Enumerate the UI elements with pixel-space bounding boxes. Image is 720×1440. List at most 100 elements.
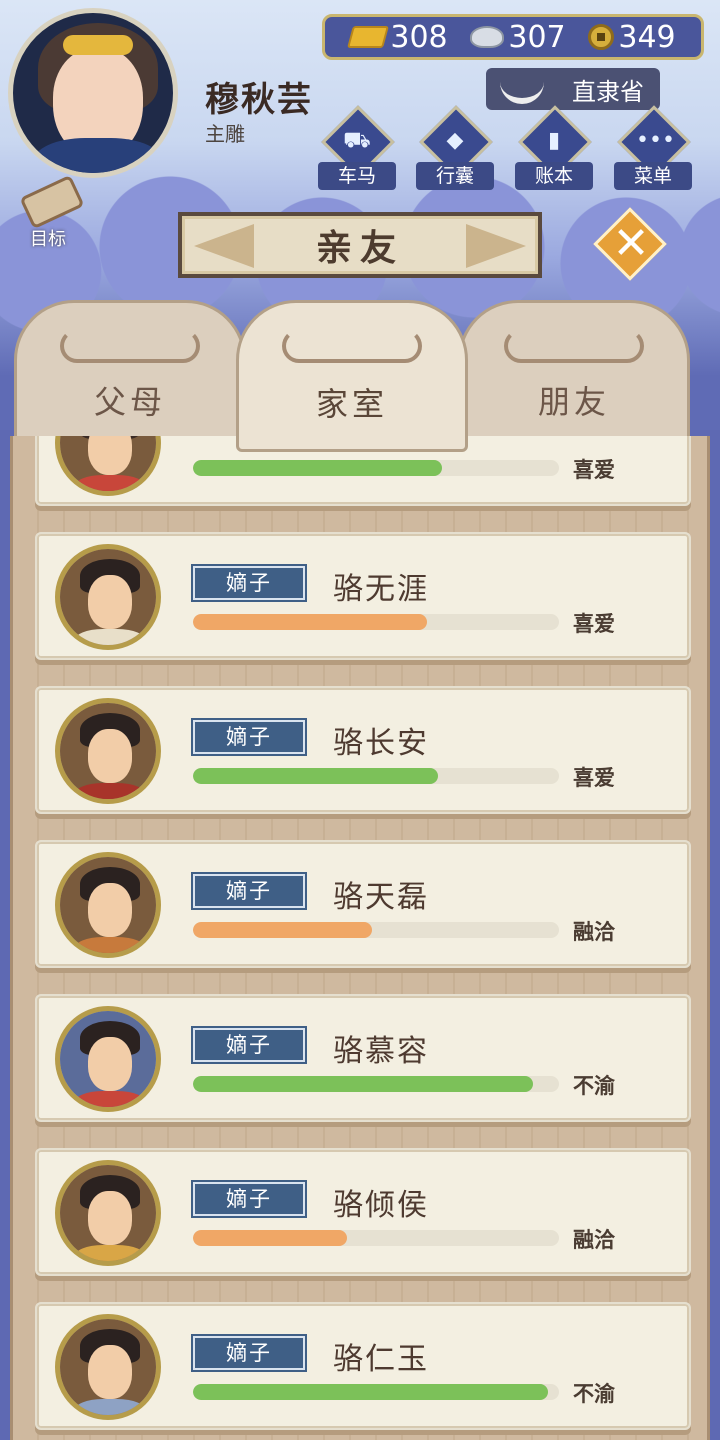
- gold-amount: 308: [390, 19, 448, 55]
- affection-fill: [193, 1076, 534, 1092]
- list-item[interactable]: 嫡子 骆天磊 融洽: [35, 840, 691, 968]
- avatar-face: [88, 1345, 132, 1399]
- menu-label: 账本: [515, 162, 593, 190]
- page-title: 亲友: [315, 228, 404, 269]
- currency-bar: 308 307 349: [322, 14, 704, 60]
- avatar-face: [88, 1191, 132, 1245]
- menu-label: 行囊: [416, 162, 494, 190]
- avatar-robe: [33, 138, 163, 173]
- avatar-body: [74, 475, 146, 491]
- silver-ingot-icon: [470, 26, 505, 48]
- menu-more-button[interactable]: ••• 菜单: [612, 105, 694, 192]
- carriage-icon: ⛟: [343, 128, 371, 153]
- relation-label: 喜爱: [573, 766, 615, 790]
- avatar-body: [74, 629, 146, 645]
- region-button[interactable]: 直隶省: [486, 68, 660, 110]
- goal-label: 目标: [30, 229, 66, 250]
- menu-ledger-button[interactable]: ▮ 账本: [513, 105, 595, 192]
- list-item[interactable]: 嫡子 骆仁玉 不渝: [35, 1302, 691, 1430]
- tab-family[interactable]: 家室: [236, 300, 468, 452]
- member-avatar: [55, 436, 161, 496]
- list-item[interactable]: 嫡子 骆慕容 不渝: [35, 994, 691, 1122]
- ledger-icon: ▮: [547, 128, 561, 153]
- affection-fill: [193, 922, 373, 938]
- member-tag: 嫡子: [191, 1180, 307, 1218]
- goal-button[interactable]: 目标: [10, 174, 90, 250]
- member-avatar: [55, 1006, 161, 1112]
- tab-parents[interactable]: 父母: [14, 300, 246, 450]
- affection-fill: [193, 614, 428, 630]
- list-item[interactable]: 嫡子 骆长安 喜爱: [35, 686, 691, 814]
- member-name: 骆仁玉: [333, 1342, 429, 1377]
- member-name: 骆慕容: [333, 1034, 429, 1069]
- affection-fill: [193, 460, 442, 476]
- copper-amount: 349: [618, 19, 676, 55]
- region-label: 直隶省: [572, 77, 644, 106]
- copper-coin-icon: [588, 24, 615, 50]
- affection-fill: [193, 1230, 347, 1246]
- affection-bar: [193, 1384, 559, 1400]
- relation-label: 融洽: [573, 920, 615, 944]
- relation-label: 不渝: [573, 1382, 615, 1406]
- tab-label: 家室: [315, 385, 388, 423]
- affection-bar: [193, 614, 559, 630]
- member-tag: 嫡子: [191, 1334, 307, 1372]
- member-name: 骆倾侯: [333, 1188, 429, 1223]
- cloud-ornament-icon: [282, 329, 422, 363]
- avatar-body: [74, 937, 146, 953]
- member-tag: 嫡子: [191, 1026, 307, 1064]
- affection-bar: [193, 460, 559, 476]
- avatar-crown: [63, 35, 133, 55]
- gold-ingot-icon: [347, 26, 390, 48]
- list-item[interactable]: 嫡子 骆倾侯 融洽: [35, 1148, 691, 1276]
- avatar-body: [74, 783, 146, 799]
- bag-icon: ◆: [446, 128, 464, 153]
- player-title: 主雕: [205, 122, 245, 146]
- member-name: 骆长安: [333, 726, 429, 761]
- affection-fill: [193, 1384, 549, 1400]
- member-tag: 嫡子: [191, 718, 307, 756]
- relation-label: 喜爱: [573, 612, 615, 636]
- tab-label: 朋友: [537, 383, 610, 421]
- relation-label: 融洽: [573, 1228, 615, 1252]
- tab-label: 父母: [93, 383, 166, 421]
- iron-icon: [500, 74, 544, 104]
- member-avatar: [55, 544, 161, 650]
- member-tag: 嫡子: [191, 564, 307, 602]
- silver-amount: 307: [508, 19, 566, 55]
- menu-label: 菜单: [614, 162, 692, 190]
- member-avatar: [55, 852, 161, 958]
- avatar-face: [88, 1037, 132, 1091]
- affection-bar: [193, 1076, 559, 1092]
- member-avatar: [55, 698, 161, 804]
- menu-bag-button[interactable]: ◆ 行囊: [414, 105, 496, 192]
- relation-label: 不渝: [573, 1074, 615, 1098]
- affection-bar: [193, 1230, 559, 1246]
- member-avatar: [55, 1160, 161, 1266]
- avatar-body: [74, 1399, 146, 1415]
- close-icon[interactable]: ✕: [606, 218, 656, 270]
- title-plaque: 亲友: [178, 212, 542, 278]
- player-avatar[interactable]: [8, 8, 178, 178]
- family-list[interactable]: 喜爱 嫡子 骆无涯 喜爱 嫡子 骆长安 喜爱 嫡子 骆天磊 融洽 嫡子 骆慕容 …: [10, 436, 710, 1440]
- avatar-body: [74, 1091, 146, 1107]
- affection-bar: [193, 768, 559, 784]
- affection-bar: [193, 922, 559, 938]
- member-name: 骆天磊: [333, 880, 429, 915]
- affection-fill: [193, 768, 439, 784]
- menu-label: 车马: [318, 162, 396, 190]
- member-avatar: [55, 1314, 161, 1420]
- avatar-face: [88, 883, 132, 937]
- avatar-body: [74, 1245, 146, 1261]
- list-item[interactable]: 嫡子 骆无涯 喜爱: [35, 532, 691, 660]
- member-tag: 嫡子: [191, 872, 307, 910]
- avatar-face: [88, 729, 132, 783]
- member-name: 骆无涯: [333, 572, 429, 607]
- silver-counter: 307: [470, 19, 566, 55]
- more-icon: •••: [636, 128, 675, 153]
- copper-counter: 349: [588, 19, 676, 55]
- menu-carriage-button[interactable]: ⛟ 车马: [316, 105, 398, 192]
- tab-friends[interactable]: 朋友: [458, 300, 690, 450]
- cloud-ornament-icon: [60, 329, 200, 363]
- gold-counter: 308: [347, 19, 448, 55]
